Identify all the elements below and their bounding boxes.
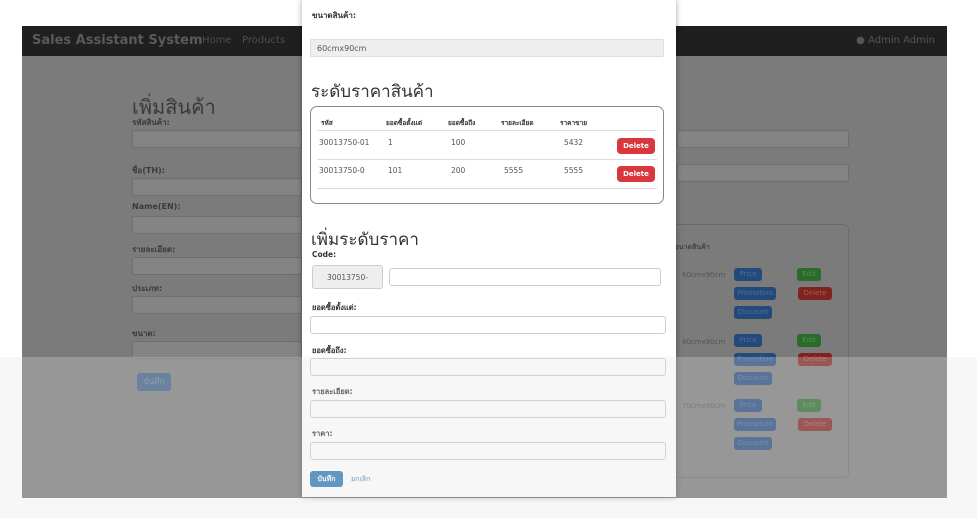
cell-detail: 5555 <box>504 166 524 175</box>
price-tier-modal: ขนาดสินค้า: 60cmx90cm ระดับราคาสินค้า รห… <box>302 0 676 497</box>
price-input[interactable] <box>310 442 666 460</box>
save-button[interactable]: บันทึก <box>310 471 343 487</box>
nav-home-link[interactable]: Home <box>202 35 232 46</box>
bg-input-product-code[interactable] <box>132 130 302 148</box>
discount-button-2[interactable]: Discount <box>734 372 772 385</box>
to-label: ยอดซื้อถึง: <box>312 346 347 355</box>
cell-to: 100 <box>451 138 466 147</box>
promotion-button-3[interactable]: Promotion <box>734 418 776 431</box>
user-icon: ● <box>856 35 865 46</box>
detail-label: รายละเอียด: <box>312 387 353 396</box>
bg-label-detail: รายละเอียด: <box>132 245 176 254</box>
bg-label-category: ประเภท: <box>132 284 163 293</box>
size-label-2: 80cmx90cm <box>682 338 726 346</box>
edit-button-3[interactable]: Edit <box>797 399 821 412</box>
code-label: Code: <box>312 250 337 259</box>
nav-products-link[interactable]: Products <box>242 35 285 46</box>
col-header-code: รหัส <box>321 119 333 127</box>
price-button-3[interactable]: Price <box>734 399 762 412</box>
from-input[interactable] <box>310 316 666 334</box>
from-label: ยอดซื้อตั้งแต่: <box>312 303 357 312</box>
cell-from: 101 <box>388 166 403 175</box>
to-input[interactable] <box>310 358 666 376</box>
code-prefix-addon: 30013750- <box>312 265 383 289</box>
code-input[interactable] <box>389 268 661 286</box>
bg-input-name-th[interactable] <box>132 178 302 196</box>
cell-price: 5555 <box>564 166 584 175</box>
bg-input-detail[interactable] <box>132 257 302 275</box>
price-tiers-table: รหัส ยอดซื้อตั้งแต่ ยอดซื้อถึง รายละเอีย… <box>310 106 664 204</box>
bg-label-name-en: Name(EN): <box>132 202 181 211</box>
size-label-1: 60cmx90cm <box>682 271 726 279</box>
detail-input[interactable] <box>310 400 666 418</box>
bg-input-size[interactable] <box>132 341 302 359</box>
cell-code: 30013750-0 <box>319 166 365 175</box>
promotion-button-2[interactable]: Promotion <box>734 353 776 366</box>
edit-button-2[interactable]: Edit <box>797 334 821 347</box>
header-divider <box>317 130 657 131</box>
discount-button-1[interactable]: Discount <box>734 306 772 319</box>
discount-button-3[interactable]: Discount <box>734 437 772 450</box>
bg-input-name-th-right[interactable] <box>677 164 849 182</box>
price-tiers-title: ระดับราคาสินค้า <box>311 82 434 102</box>
bg-label-size: ขนาด: <box>132 329 156 338</box>
edit-button-1[interactable]: Edit <box>797 268 821 281</box>
size-label-3: 70cmx90cm <box>682 402 726 410</box>
app-brand[interactable]: Sales Assistant System <box>32 33 203 48</box>
col-header-to: ยอดซื้อถึง <box>448 119 476 127</box>
delete-tier-button[interactable]: Delete <box>617 138 655 154</box>
price-label: ราคา: <box>312 429 333 438</box>
delete-button-2[interactable]: Delete <box>798 353 832 366</box>
col-header-price: ราคาขาย <box>560 119 588 127</box>
cell-code: 30013750-01 <box>319 138 370 147</box>
cell-price: 5432 <box>564 138 584 147</box>
cell-from: 1 <box>388 138 393 147</box>
row-divider <box>317 159 657 160</box>
promotion-button-1[interactable]: Promotion <box>734 287 776 300</box>
price-button-2[interactable]: Price <box>734 334 762 347</box>
size-readonly-field: 60cmx90cm <box>310 39 664 57</box>
user-name: Admin Admin <box>868 35 935 46</box>
col-header-from: ยอดซื้อตั้งแต่ <box>386 119 423 127</box>
delete-button-1[interactable]: Delete <box>798 287 832 300</box>
price-button-1[interactable]: Price <box>734 268 762 281</box>
size-panel-title: ขนาดสินค้า <box>674 243 710 251</box>
bg-save-button[interactable]: บันทึก <box>137 373 171 391</box>
delete-button-3[interactable]: Delete <box>798 418 832 431</box>
row-divider <box>317 188 657 189</box>
user-menu[interactable]: ● Admin Admin <box>856 35 935 46</box>
bg-label-name-th: ชื่อ(TH): <box>132 166 165 175</box>
cell-to: 200 <box>451 166 466 175</box>
add-tier-title: เพิ่มระดับราคา <box>311 230 419 250</box>
col-header-detail: รายละเอียด <box>501 119 534 127</box>
bg-input-name-en[interactable] <box>132 216 302 234</box>
delete-tier-button[interactable]: Delete <box>617 166 655 182</box>
bg-input-category[interactable] <box>132 296 302 314</box>
cancel-link[interactable]: ยกเลิก <box>351 474 370 485</box>
bg-label-product-code: รหัสสินค้า: <box>132 118 170 127</box>
bg-input-product-code-right[interactable] <box>677 130 849 148</box>
size-field-label: ขนาดสินค้า: <box>312 11 357 20</box>
